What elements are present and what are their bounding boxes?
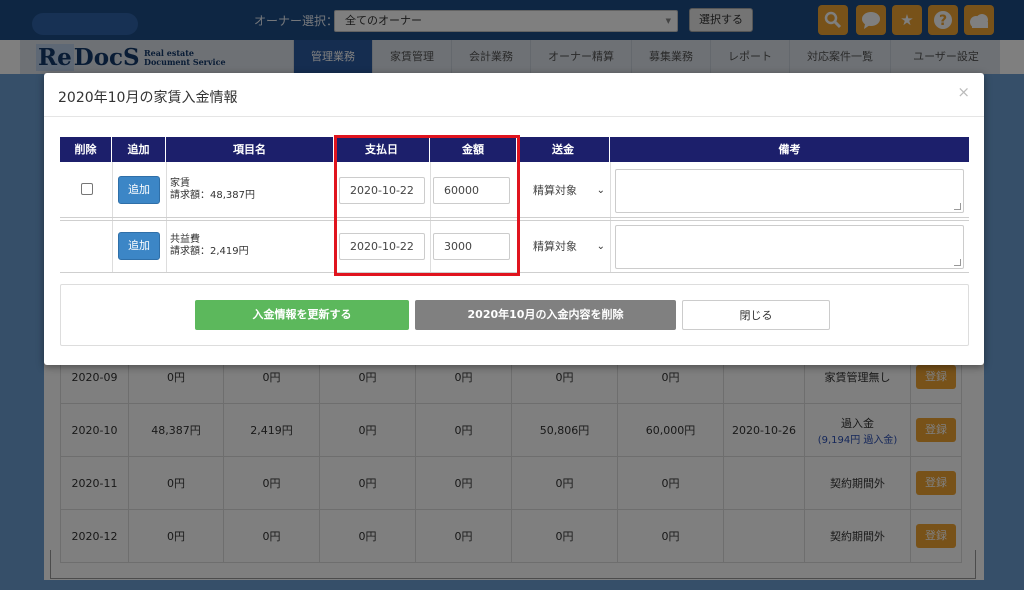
delete-checkbox[interactable] [81,183,93,195]
rent-payment-modal: 2020年10月の家賃入金情報 × 削除 追加 項目名 支払日 金額 送金 備考… [44,73,984,365]
modal-title: 2020年10月の家賃入金情報 [58,90,238,106]
close-icon[interactable]: × [957,83,970,101]
remit-select[interactable]: 精算対象 ⌄ [533,177,605,204]
chevron-down-icon: ⌄ [596,241,605,252]
col-header-delete: 削除 [60,137,112,162]
col-header-add: 追加 [112,137,166,162]
item-label: 家賃 [170,178,190,189]
update-payment-button[interactable]: 入金情報を更新する [195,300,409,330]
item-label: 共益費 [170,234,200,245]
item-name: 家賃 請求額：48,387円 [170,178,255,202]
notes-textarea[interactable] [615,225,964,269]
item-name: 共益費 請求額：2,419円 [170,234,249,258]
close-button[interactable]: 閉じる [682,300,830,330]
col-header-remit: 送金 [517,137,610,162]
highlight-box [334,135,520,276]
add-row-button[interactable]: 追加 [118,176,160,204]
remit-select[interactable]: 精算対象 ⌄ [533,233,605,260]
modal-header-divider [44,116,984,117]
col-header-item: 項目名 [166,137,334,162]
delete-payment-button[interactable]: 2020年10月の入金内容を削除 [415,300,676,330]
billed-amount: 請求額：48,387円 [170,190,255,201]
remit-value: 精算対象 [533,184,577,197]
chevron-down-icon: ⌄ [596,185,605,196]
col-header-notes: 備考 [610,137,969,162]
add-row-button[interactable]: 追加 [118,232,160,260]
notes-textarea[interactable] [615,169,964,213]
remit-value: 精算対象 [533,240,577,253]
billed-amount: 請求額：2,419円 [170,246,249,257]
